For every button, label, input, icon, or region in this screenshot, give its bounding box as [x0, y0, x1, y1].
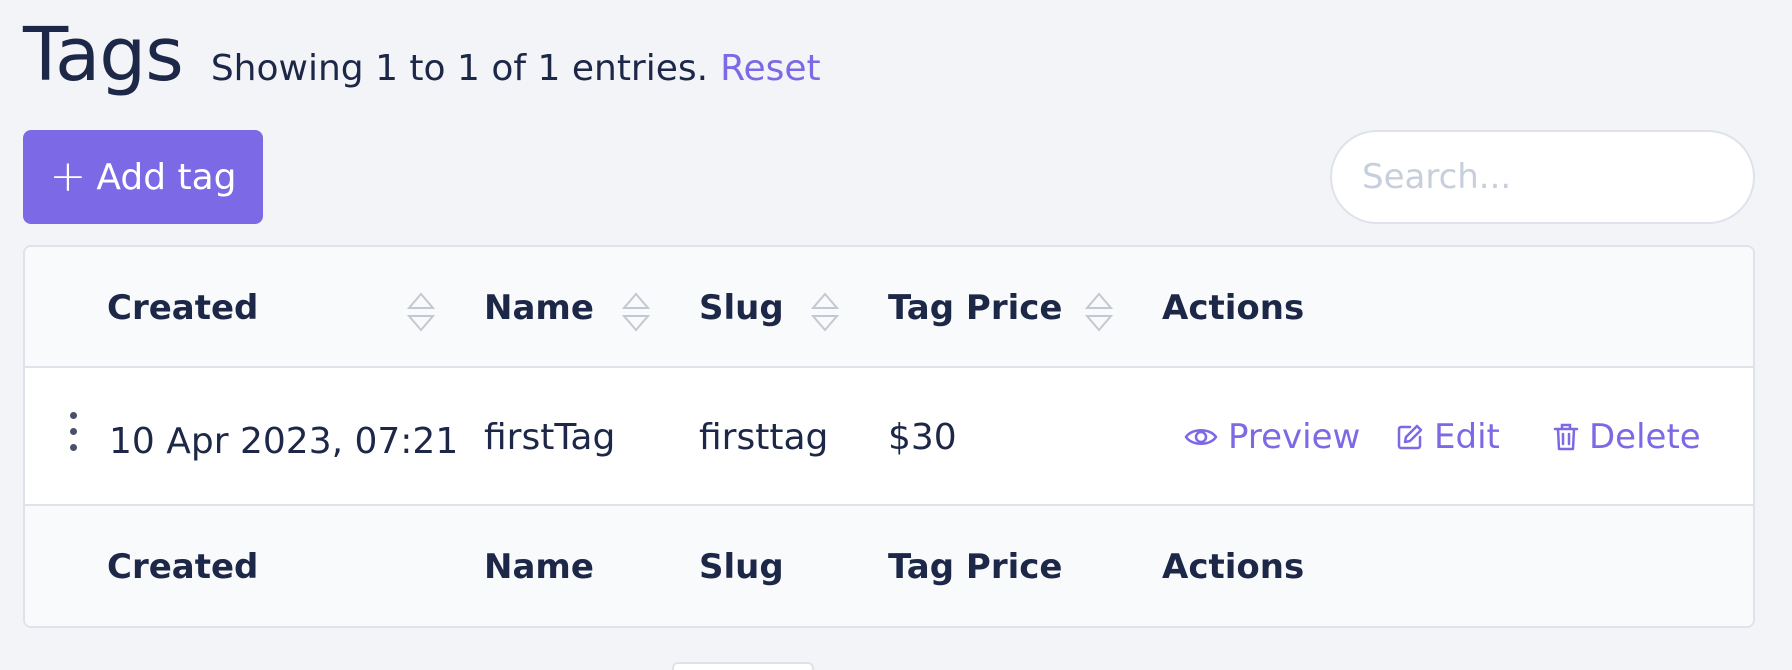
table-header: Created Name Slug Tag Price Actions — [25, 247, 1753, 368]
trash-icon — [1553, 423, 1579, 451]
footer-column-slug: Slug — [699, 546, 784, 587]
tags-page: Tags Showing 1 to 1 of 1 entries. Reset … — [0, 0, 1792, 670]
footer-column-actions: Actions — [1162, 546, 1305, 587]
edit-button[interactable]: Edit — [1396, 368, 1500, 506]
footer-column-created: Created — [107, 546, 259, 587]
page-title: Tags — [23, 12, 184, 98]
sort-icon[interactable] — [407, 290, 435, 334]
preview-button[interactable]: Preview — [1184, 368, 1360, 506]
table-row: 10 Apr 2023, 07:21 firstTag firsttag $30… — [25, 368, 1753, 506]
edit-label: Edit — [1434, 417, 1500, 457]
footer-column-tag-price: Tag Price — [888, 546, 1063, 587]
sort-icon[interactable] — [1085, 290, 1113, 334]
delete-label: Delete — [1589, 417, 1701, 457]
plus-icon: + — [49, 151, 87, 202]
pagination[interactable] — [672, 662, 814, 670]
cell-slug: firsttag — [699, 416, 829, 458]
table-footer: Created Name Slug Tag Price Actions — [25, 506, 1753, 626]
reset-link[interactable]: Reset — [720, 51, 821, 87]
eye-icon — [1184, 429, 1218, 445]
column-header-tag-price[interactable]: Tag Price — [888, 247, 1062, 368]
search-input[interactable] — [1330, 130, 1755, 224]
column-header-slug[interactable]: Slug — [699, 247, 784, 368]
column-header-name[interactable]: Name — [484, 247, 594, 368]
delete-button[interactable]: Delete — [1553, 368, 1701, 506]
sort-icon[interactable] — [811, 290, 839, 334]
add-tag-label: Add tag — [96, 156, 237, 198]
row-menu-icon[interactable] — [63, 412, 83, 460]
column-header-created[interactable]: Created — [107, 247, 258, 368]
preview-label: Preview — [1228, 417, 1361, 457]
add-tag-button[interactable]: + Add tag — [23, 130, 263, 224]
sort-icon[interactable] — [622, 290, 650, 334]
cell-name: firstTag — [484, 416, 616, 458]
cell-price: $30 — [888, 416, 957, 458]
tags-table: Created Name Slug Tag Price Actions 10 A… — [23, 245, 1755, 628]
entries-summary: Showing 1 to 1 of 1 entries. — [210, 48, 709, 89]
column-header-actions: Actions — [1162, 287, 1305, 328]
edit-icon — [1397, 424, 1423, 450]
footer-column-name: Name — [484, 546, 594, 587]
cell-created: 10 Apr 2023, 07:21 — [109, 420, 459, 462]
title-row: Tags Showing 1 to 1 of 1 entries. Reset — [23, 18, 821, 92]
